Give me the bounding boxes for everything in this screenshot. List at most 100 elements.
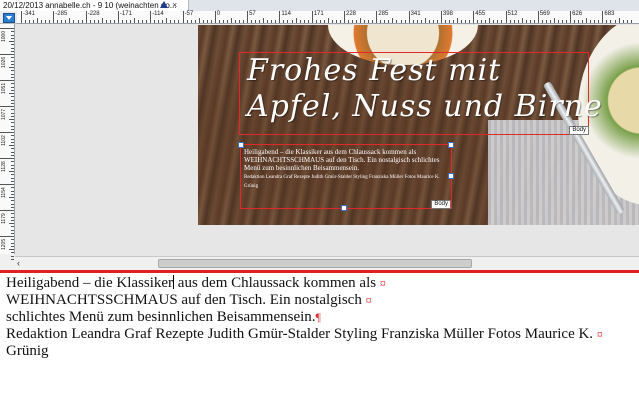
editor-line-3: schlichtes Menü zum besinnlichen Beisamm… xyxy=(6,309,321,326)
horizontal-ruler[interactable]: -341 -285 -228 -171 -114 -57 0 57 114 171 228 285 34… xyxy=(17,11,639,24)
ruler-tick xyxy=(117,11,119,23)
ruler-tick xyxy=(428,20,430,23)
ruler-tick xyxy=(557,20,559,23)
ruler-tick xyxy=(11,177,14,179)
ruler-tick xyxy=(234,20,236,23)
ruler-tick xyxy=(622,20,624,23)
ruler-tick xyxy=(11,138,14,140)
ruler-tick xyxy=(344,11,345,23)
ruler-tick xyxy=(150,11,152,23)
ruler-tick xyxy=(11,206,14,208)
ruler-tick xyxy=(186,20,188,23)
ruler-label: 285 xyxy=(378,11,389,17)
ruler-tick xyxy=(69,18,71,23)
editor-line-2: WEIHNACHTSSCHMAUS auf den Tisch. Ein nos… xyxy=(6,292,372,309)
ruler-tick xyxy=(9,41,14,42)
ruler-label: 1026 xyxy=(1,56,7,68)
ruler-tick xyxy=(178,20,180,23)
body-text-frame[interactable]: Heiligabend – die Klassiker aus dem Chla… xyxy=(238,142,454,211)
tab-close-icon[interactable]: × xyxy=(172,0,177,11)
ruler-tick xyxy=(436,20,438,23)
ruler-tick xyxy=(53,11,55,23)
ruler-tick xyxy=(190,20,192,23)
ruler-tick xyxy=(109,20,111,23)
ruler-tick xyxy=(101,18,103,23)
ruler-tick xyxy=(9,67,14,68)
ruler-tick xyxy=(11,89,14,91)
ruler-tick xyxy=(11,193,14,195)
ruler-tick xyxy=(509,20,511,23)
title-text-frame[interactable]: Frohes Fest mit Apfel, Nuss und Birne Bo… xyxy=(239,52,602,135)
selection-handle[interactable] xyxy=(448,173,454,179)
layout-canvas[interactable]: Frohes Fest mit Apfel, Nuss und Birne Bo… xyxy=(15,24,639,256)
ruler-tick xyxy=(81,20,83,23)
ruler-tick xyxy=(230,18,232,23)
body-text-preview: Heiligabend – die Klassiker aus dem Chla… xyxy=(244,148,450,190)
ruler-tick xyxy=(243,20,245,23)
ruler-tick xyxy=(11,245,14,247)
tab-scroll-up-icon[interactable] xyxy=(160,1,168,8)
ruler-tick xyxy=(11,57,14,59)
ruler-tick xyxy=(11,151,14,153)
ruler-tick xyxy=(299,20,301,23)
ruler-tick xyxy=(408,11,410,23)
ruler-tick xyxy=(138,20,140,23)
ruler-tick xyxy=(65,20,67,23)
selection-handle[interactable] xyxy=(341,205,347,211)
scroll-left-icon[interactable]: ‹ xyxy=(17,258,20,268)
line-break-mark: ¤ xyxy=(379,276,386,290)
ruler-tick xyxy=(553,18,555,23)
ruler-tick xyxy=(473,11,475,23)
ruler-label: 114 xyxy=(281,11,291,17)
ruler-label: 57 xyxy=(249,11,256,17)
selection-handle[interactable] xyxy=(448,142,454,148)
ruler-tick xyxy=(218,20,220,23)
ruler-tick xyxy=(594,20,596,23)
ruler-tick xyxy=(384,20,386,23)
scrollbar-thumb[interactable] xyxy=(158,259,472,268)
ruler-tick xyxy=(174,20,176,23)
ruler-tick xyxy=(424,18,426,23)
document-tab[interactable]: 20/12/2013 annabelle.ch - 9 10 (weinacht… xyxy=(0,0,189,11)
ruler-origin-dropdown-icon[interactable] xyxy=(3,13,15,23)
ruler-tick xyxy=(461,20,463,23)
ruler-tick xyxy=(352,20,354,23)
ruler-label: 1000 xyxy=(1,30,7,42)
ruler-tick xyxy=(255,20,257,23)
ruler-tick xyxy=(33,20,35,23)
ruler-tick xyxy=(307,20,309,23)
ruler-tick xyxy=(513,20,515,23)
ruler-tick xyxy=(11,99,14,101)
ruler-tick xyxy=(9,93,14,94)
ruler-tick xyxy=(11,115,14,117)
ruler-label: 1205 xyxy=(1,238,7,250)
ruler-tick xyxy=(521,18,523,23)
editor-text: Heiligabend – die Klassiker xyxy=(6,275,174,291)
ruler-tick xyxy=(630,20,632,23)
ruler-tick xyxy=(453,20,454,23)
ruler-tick xyxy=(198,18,200,23)
ruler-tick xyxy=(0,184,14,185)
ruler-tick xyxy=(0,236,14,237)
ruler-tick xyxy=(11,34,14,36)
ruler-tick xyxy=(11,76,14,78)
ruler-tick xyxy=(388,20,390,23)
ruler-tick xyxy=(21,11,22,23)
ruler-label: 626 xyxy=(572,11,583,17)
ruler-tick xyxy=(11,239,14,241)
ruler-tick xyxy=(11,44,14,46)
story-editor[interactable]: Heiligabend – die Klassiker aus dem Chla… xyxy=(0,273,639,401)
vertical-ruler[interactable]: 1000 1026 1051 1077 1102 1128 1154 1179 1205 xyxy=(0,24,15,260)
ruler-tick xyxy=(493,20,495,23)
ruler-tick xyxy=(121,20,123,23)
document-tab-title: 20/12/2013 annabelle.ch - 9 10 (weinacht… xyxy=(3,1,177,10)
title-line-2: Apfel, Nuss und Birne xyxy=(247,89,603,124)
ruler-tick xyxy=(130,20,131,23)
ruler-tick xyxy=(206,20,208,23)
horizontal-scrollbar[interactable]: ‹ xyxy=(15,256,639,269)
selection-handle[interactable] xyxy=(238,142,244,148)
paragraph-mark: ¶ xyxy=(315,310,321,324)
ruler-tick xyxy=(11,190,14,192)
ruler-tick xyxy=(481,20,483,23)
editor-line-4: Redaktion Leandra Graf Rezepte Judith Gm… xyxy=(6,326,603,343)
